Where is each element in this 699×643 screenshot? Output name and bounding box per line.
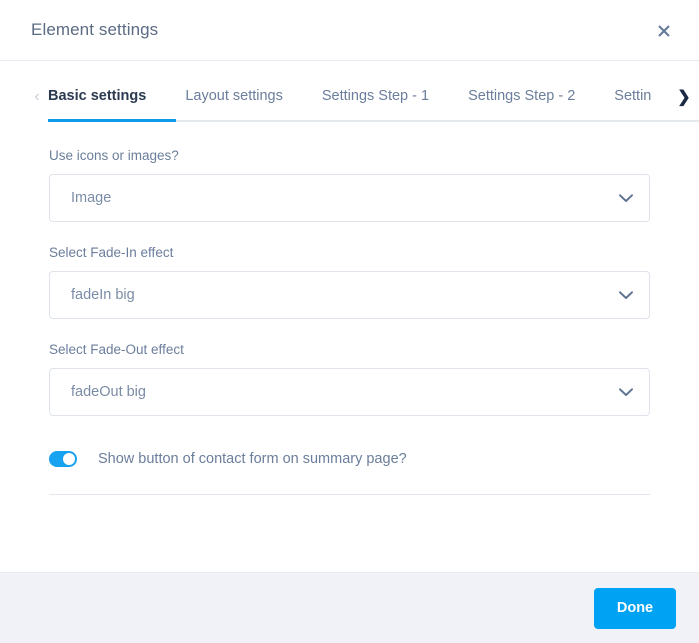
close-icon[interactable] <box>653 20 675 42</box>
tab-basic-settings[interactable]: Basic settings <box>48 85 146 107</box>
modal-header: Element settings <box>0 0 699 61</box>
page-title: Element settings <box>31 20 159 39</box>
field-label: Select Fade-In effect <box>49 245 174 260</box>
tab-settings-step-1[interactable]: Settings Step - 1 <box>322 85 429 107</box>
select-value: fadeIn big <box>71 287 135 303</box>
toggle-label: Show button of contact form on summary p… <box>98 451 407 467</box>
tab-active-indicator <box>48 119 176 122</box>
toggle-show-contact-form-button[interactable] <box>49 451 77 467</box>
select-fade-in-effect[interactable]: fadeIn big <box>49 271 650 319</box>
element-settings-modal: Element settings ‹ Basic settings Layout… <box>0 0 699 643</box>
select-value: Image <box>71 190 112 206</box>
tabs-scroll-right-icon[interactable]: ❯ <box>675 87 693 107</box>
chevron-down-icon <box>619 369 633 415</box>
tab-settings-step-2[interactable]: Settings Step - 2 <box>468 85 575 107</box>
chevron-down-icon <box>619 272 633 318</box>
toggle-knob <box>63 453 75 465</box>
tab-list: Basic settings Layout settings Settings … <box>48 85 667 113</box>
select-use-icons-or-images[interactable]: Image <box>49 174 650 222</box>
modal-footer: Done <box>0 572 699 643</box>
section-divider <box>49 494 650 495</box>
select-fade-out-effect[interactable]: fadeOut big <box>49 368 650 416</box>
field-label: Select Fade-Out effect <box>49 342 184 357</box>
done-button[interactable]: Done <box>594 587 676 629</box>
chevron-down-icon <box>619 175 633 221</box>
select-value: fadeOut big <box>71 384 146 400</box>
toggle-row-show-contact-form-button: Show button of contact form on summary p… <box>49 416 650 469</box>
tab-strip: ‹ Basic settings Layout settings Setting… <box>0 61 699 133</box>
tabs-scroll-left-icon[interactable]: ‹ <box>28 87 46 107</box>
modal-body: Use icons or images? Image Select Fade-I… <box>0 133 699 572</box>
field-select-fade-out-effect: Select Fade-Out effect fadeOut big <box>49 319 650 416</box>
field-select-fade-in-effect: Select Fade-In effect fadeIn big <box>49 222 650 319</box>
field-use-icons-or-images: Use icons or images? Image <box>49 133 650 222</box>
field-label: Use icons or images? <box>49 148 179 163</box>
tab-settings-step-3[interactable]: Settin <box>614 85 651 107</box>
tab-layout-settings[interactable]: Layout settings <box>185 85 283 107</box>
